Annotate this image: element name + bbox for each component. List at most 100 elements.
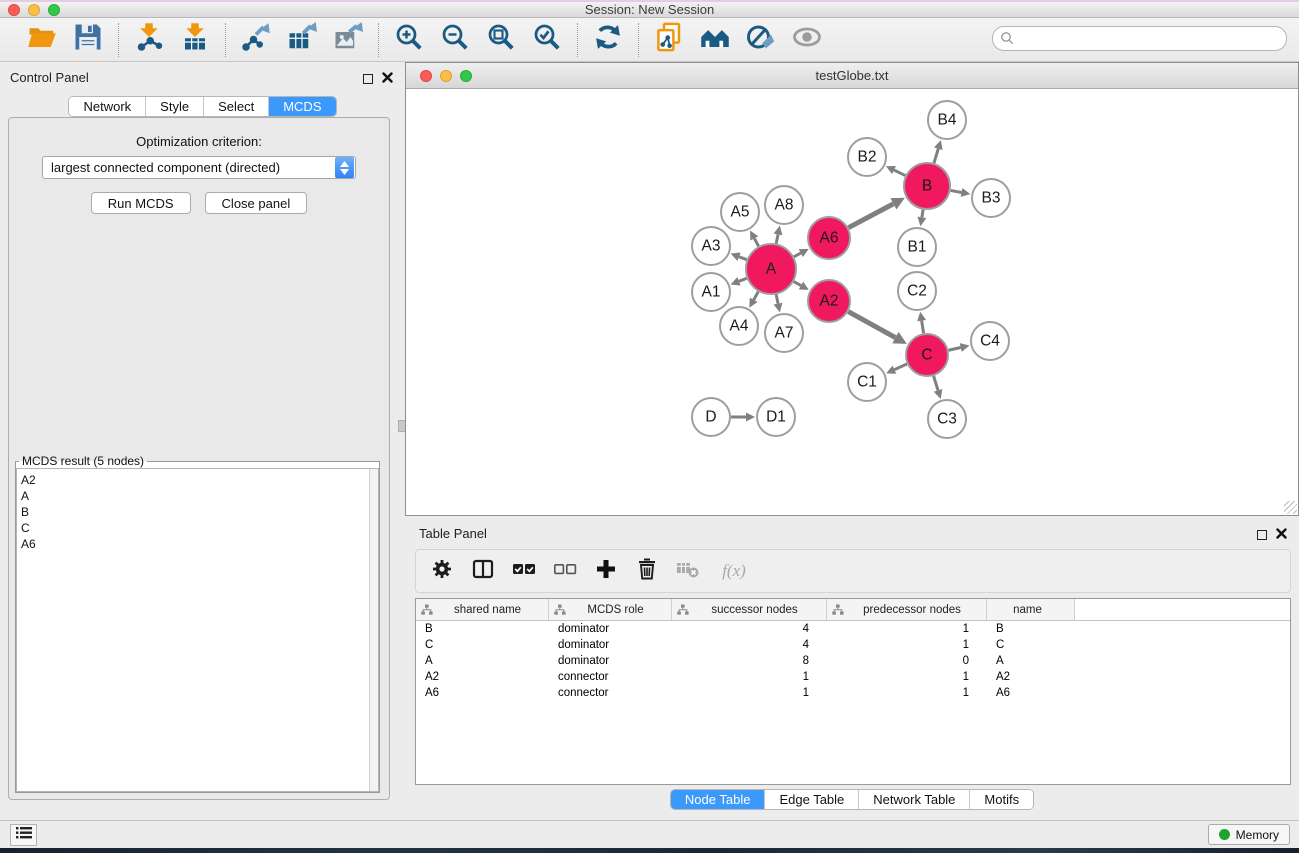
edge-C-C1[interactable] [894, 364, 907, 370]
tab-edge-table[interactable]: Edge Table [765, 790, 859, 809]
network-canvas[interactable]: B4 B2 B B3 A8A5 A6 A3 B1 A A1 C2 A2 A4A7 C4 C C1 D D1 C3 [406, 89, 1298, 515]
edge-A-A7[interactable] [776, 294, 778, 303]
graph-node-B[interactable]: B [904, 163, 950, 209]
column-header-shared-name[interactable]: shared name [416, 599, 549, 620]
edge-A-A8[interactable] [776, 234, 778, 243]
edge-B-B4[interactable] [934, 149, 938, 163]
graph-node-C[interactable]: C [906, 334, 948, 376]
edge-A6-B[interactable] [848, 204, 893, 228]
graph-node-B1[interactable]: B1 [898, 228, 936, 266]
table-row[interactable]: Adominator80A [416, 653, 1290, 669]
tab-network-table[interactable]: Network Table [859, 790, 970, 809]
column-header-mcds-role[interactable]: MCDS role [549, 599, 672, 620]
table-row[interactable]: A6connector11A6 [416, 685, 1290, 701]
zoom-out-button[interactable] [439, 24, 471, 56]
graph-node-A6[interactable]: A6 [808, 217, 850, 259]
graph-node-C3[interactable]: C3 [928, 400, 966, 438]
edge-B-B1[interactable] [922, 210, 923, 218]
edge-A-A6[interactable] [794, 253, 801, 257]
graph-node-A5[interactable]: A5 [721, 193, 759, 231]
deselect-all-rows-button[interactable] [553, 559, 577, 583]
genemania-search-button[interactable] [699, 24, 731, 56]
export-table-button[interactable] [286, 24, 318, 56]
graph-node-A2[interactable]: A2 [808, 280, 850, 322]
graph-node-D1[interactable]: D1 [757, 398, 795, 436]
tab-node-table[interactable]: Node Table [671, 790, 766, 809]
table-float-panel-icon[interactable] [1257, 530, 1267, 540]
graph-node-A1[interactable]: A1 [692, 273, 730, 311]
column-header-predecessor-nodes[interactable]: predecessor nodes [827, 599, 987, 620]
table-row[interactable]: Bdominator41B [416, 621, 1290, 637]
import-table-button[interactable] [179, 24, 211, 56]
select-all-rows-button[interactable] [512, 559, 536, 583]
refresh-button[interactable] [592, 24, 624, 56]
column-layout-button[interactable] [471, 559, 495, 583]
search-input[interactable] [992, 26, 1287, 51]
save-session-button[interactable] [72, 24, 104, 56]
column-header-name[interactable]: name [987, 599, 1075, 620]
graphics-details-button[interactable] [791, 24, 823, 56]
graph-node-A3[interactable]: A3 [692, 227, 730, 265]
network-window-titlebar[interactable]: testGlobe.txt [406, 63, 1298, 89]
close-panel-button[interactable]: Close panel [205, 192, 308, 214]
graph-node-A4[interactable]: A4 [720, 307, 758, 345]
table-row[interactable]: Cdominator41C [416, 637, 1290, 653]
run-mcds-button[interactable]: Run MCDS [91, 192, 191, 214]
mcds-result-list[interactable]: A2ABCA6 [16, 468, 379, 792]
close-panel-icon[interactable] [382, 70, 393, 88]
edge-A-A2[interactable] [794, 282, 801, 286]
table-settings-button[interactable] [430, 559, 454, 583]
export-image-button[interactable] [332, 24, 364, 56]
zoom-in-button[interactable] [393, 24, 425, 56]
zoom-fit-button[interactable] [485, 24, 517, 56]
resize-grip[interactable] [1284, 501, 1297, 514]
edge-C-C4[interactable] [948, 348, 960, 351]
graph-node-D[interactable]: D [692, 398, 730, 436]
mcds-result-item[interactable]: C [21, 520, 378, 536]
graph-node-A8[interactable]: A8 [765, 186, 803, 224]
style-visibility-button[interactable] [745, 24, 777, 56]
node-table[interactable]: shared nameMCDS rolesuccessor nodesprede… [415, 598, 1291, 785]
column-header-successor-nodes[interactable]: successor nodes [672, 599, 827, 620]
edge-A-A4[interactable] [754, 292, 759, 300]
graph-node-C4[interactable]: C4 [971, 322, 1009, 360]
tab-select[interactable]: Select [204, 97, 269, 116]
add-row-button[interactable] [594, 559, 618, 583]
edge-C-C3[interactable] [934, 376, 938, 390]
float-panel-icon[interactable] [363, 74, 373, 84]
graph-node-C2[interactable]: C2 [898, 272, 936, 310]
delete-row-button[interactable] [635, 559, 659, 583]
memory-button[interactable]: Memory [1208, 824, 1290, 845]
graph-node-A[interactable]: A [746, 244, 796, 294]
edge-A-A3[interactable] [739, 257, 747, 260]
graph-node-B2[interactable]: B2 [848, 138, 886, 176]
graph-node-C1[interactable]: C1 [848, 363, 886, 401]
edge-A2-C[interactable] [848, 312, 895, 338]
edge-B-B2[interactable] [894, 170, 905, 176]
mcds-result-item[interactable]: B [21, 504, 378, 520]
graph-node-B4[interactable]: B4 [928, 101, 966, 139]
cyndex-import-button[interactable] [653, 24, 685, 56]
tab-mcds[interactable]: MCDS [269, 97, 335, 116]
export-network-button[interactable] [240, 24, 272, 56]
edge-A-A1[interactable] [739, 278, 747, 281]
open-session-button[interactable] [26, 24, 58, 56]
tab-style[interactable]: Style [146, 97, 204, 116]
task-history-button[interactable] [10, 824, 37, 846]
zoom-selected-button[interactable] [531, 24, 563, 56]
criterion-dropdown[interactable]: largest connected component (directed) [42, 156, 356, 179]
edge-B-B3[interactable] [951, 190, 962, 192]
table-row[interactable]: A2connector11A2 [416, 669, 1290, 685]
tab-motifs[interactable]: Motifs [970, 790, 1033, 809]
table-close-panel-icon[interactable] [1276, 526, 1287, 544]
edge-C-C2[interactable] [922, 321, 924, 334]
mcds-result-item[interactable]: A6 [21, 536, 378, 552]
tab-network[interactable]: Network [69, 97, 146, 116]
result-scrollbar[interactable] [369, 469, 378, 791]
graph-node-B3[interactable]: B3 [972, 179, 1010, 217]
edge-A-A5[interactable] [754, 238, 758, 246]
mcds-result-item[interactable]: A2 [21, 472, 378, 488]
graph-node-A7[interactable]: A7 [765, 314, 803, 352]
mcds-result-item[interactable]: A [21, 488, 378, 504]
import-network-button[interactable] [133, 24, 165, 56]
